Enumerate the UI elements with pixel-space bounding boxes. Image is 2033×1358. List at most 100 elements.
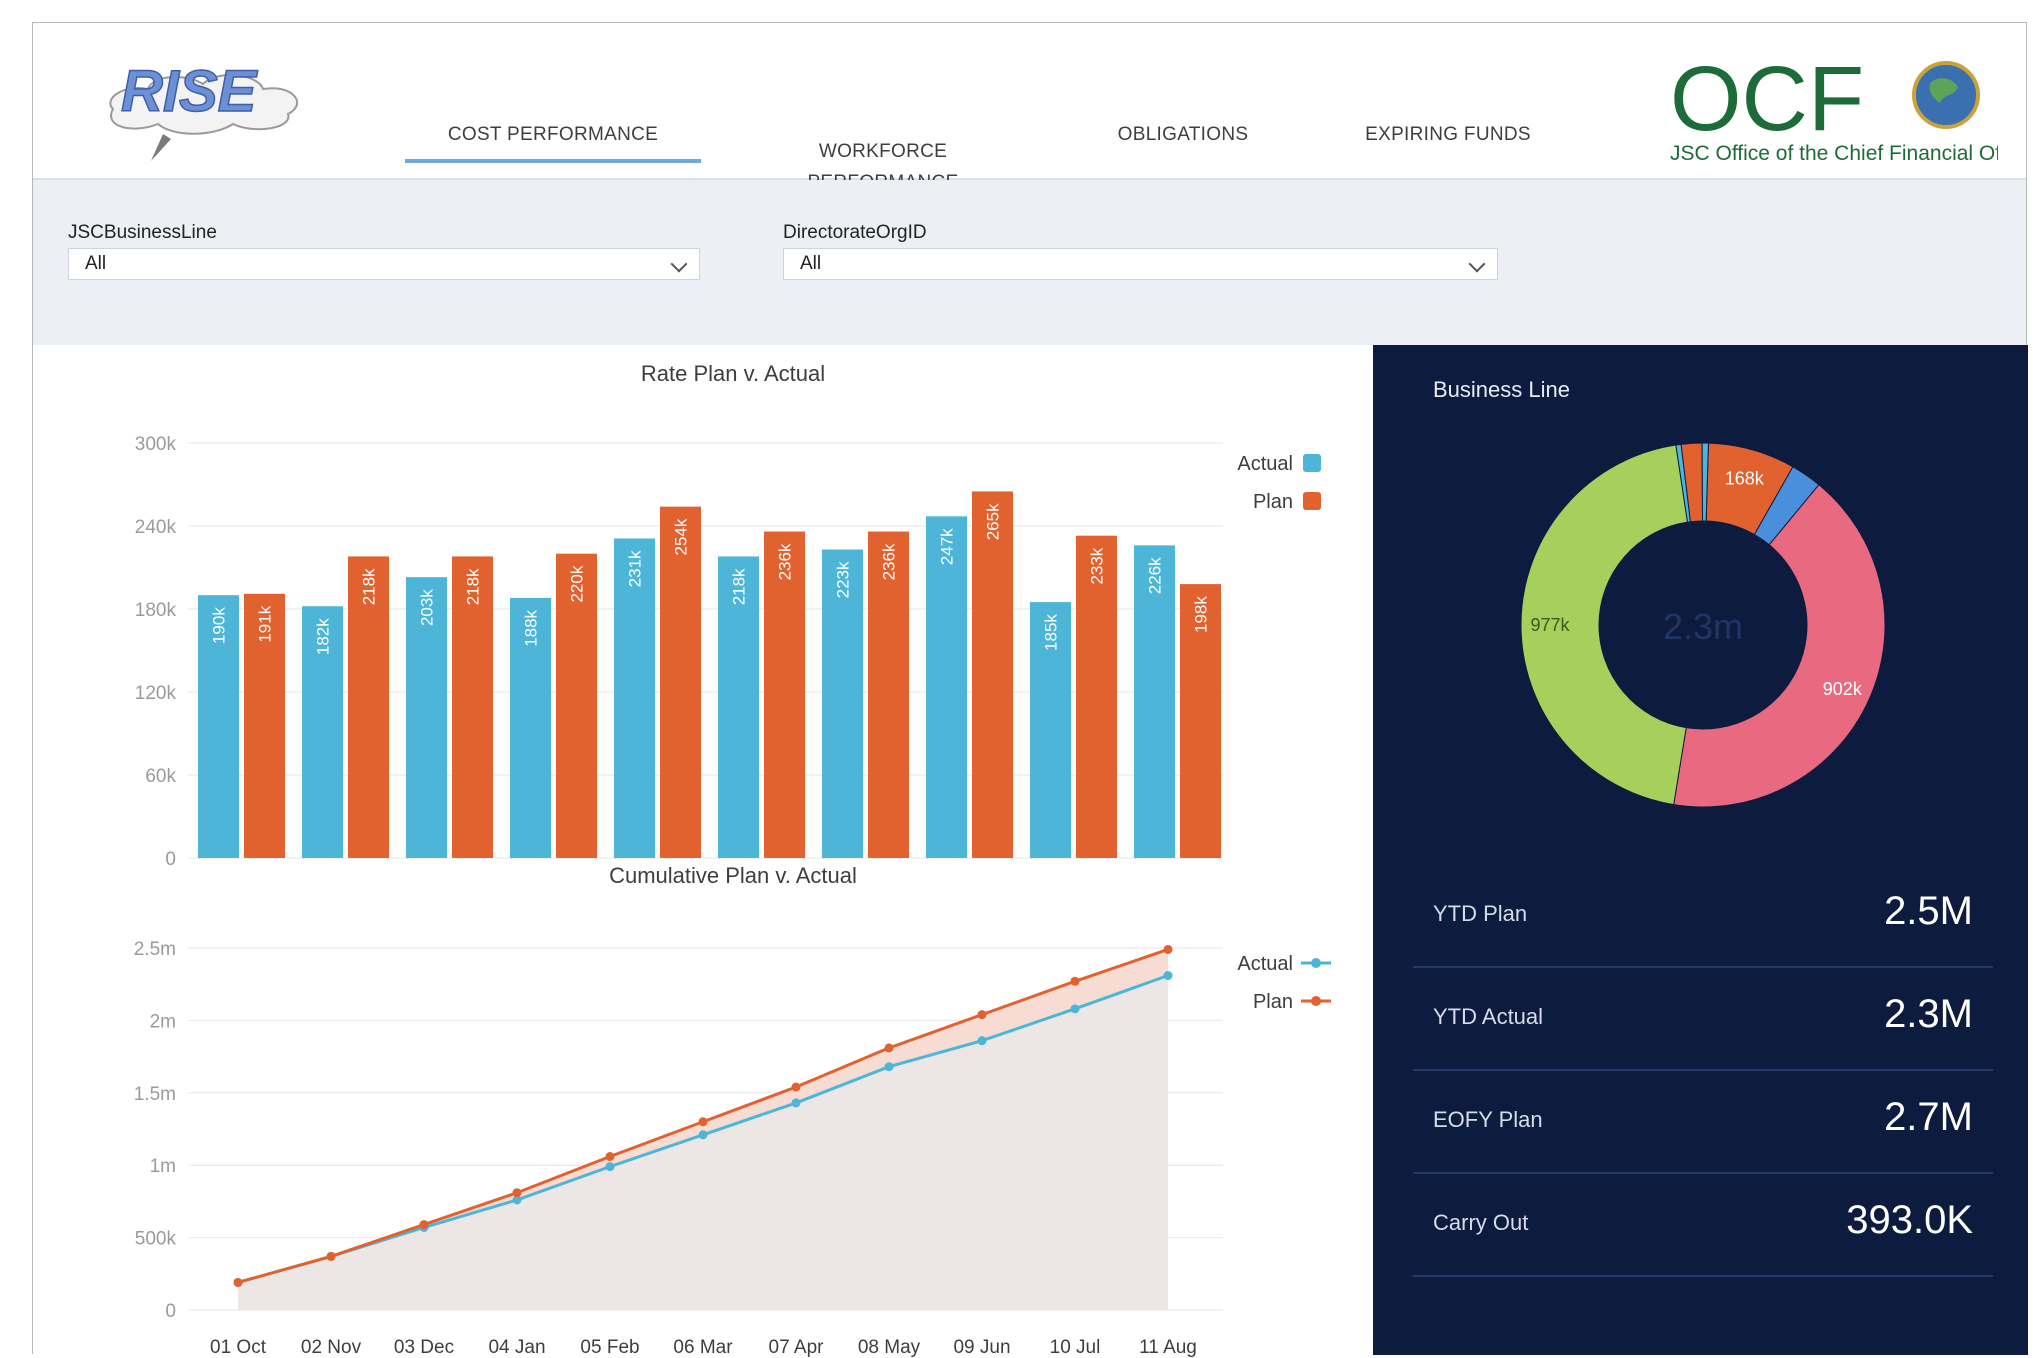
directorate-select-value: All [800, 253, 822, 274]
y-tick-label: 1m [150, 1156, 176, 1177]
bar-data-label: 203k [418, 589, 437, 626]
legend-actual-label: Actual [1237, 953, 1293, 975]
y-tick-label: 240k [135, 517, 177, 538]
y-tick-label: 1.5m [134, 1084, 176, 1105]
plan-bar [972, 491, 1013, 858]
plan-point [326, 1251, 336, 1261]
rate-plan-actual-chart: 0 60k 120k 180k 240k 300k 190k 191k 182k 218k 203k… [135, 434, 1321, 870]
tab-obligations-label: OBLIGATIONS [1117, 124, 1249, 145]
actual-point [977, 1036, 987, 1046]
y-tick-label: 180k [135, 600, 177, 621]
plan-point [1070, 976, 1080, 986]
actual-point [1070, 1004, 1080, 1014]
rise-logo-text: RISE [121, 59, 259, 124]
business-line-title: Business Line [1433, 377, 1570, 402]
tab-obligations[interactable]: OBLIGATIONS [1083, 119, 1283, 150]
chevron-down-icon [1468, 255, 1486, 273]
kpi-label: EOFY Plan [1433, 1107, 1543, 1132]
x-tick-label: 08 May [858, 1337, 921, 1358]
bar-data-label: 233k [1088, 547, 1107, 584]
bar-data-label: 190k [210, 607, 229, 644]
plan-point [698, 1117, 708, 1127]
bar-data-label: 231k [626, 550, 645, 587]
kpi-label: Carry Out [1433, 1210, 1529, 1235]
legend-actual-marker [1311, 958, 1321, 968]
bar-data-label: 185k [1042, 614, 1061, 651]
y-tick-label: 2m [150, 1011, 176, 1032]
bar-data-label: 188k [522, 609, 541, 646]
actual-point [884, 1062, 894, 1072]
donut-center-label: 2.3m [1663, 606, 1743, 647]
business-line-select[interactable]: All [68, 248, 700, 280]
kpi-label: YTD Plan [1433, 901, 1528, 926]
business-line-filter-label: JSCBusinessLine [68, 222, 217, 243]
plan-point [512, 1188, 522, 1198]
bar-data-label: 191k [256, 605, 275, 642]
actual-point [605, 1162, 615, 1172]
bar-data-label: 236k [776, 543, 795, 580]
rate-chart-title: Rate Plan v. Actual [640, 361, 826, 386]
kpi-ytd-actual: YTD Actual 2.3M [1413, 966, 1993, 1071]
x-tick-label: 02 Nov [301, 1337, 362, 1358]
legend-actual-label: Actual [1237, 453, 1293, 475]
bar-data-label: 223k [834, 561, 853, 598]
plan-point [977, 1010, 987, 1020]
legend-plan-swatch [1303, 492, 1321, 510]
kpi-label: YTD Actual [1433, 1004, 1544, 1029]
x-tick-label: 09 Jun [953, 1337, 1010, 1358]
directorate-select[interactable]: All [783, 248, 1498, 280]
tab-cost-performance-label: COST PERFORMANCE [447, 124, 659, 145]
tab-cost-performance[interactable]: COST PERFORMANCE [405, 119, 701, 163]
bar-data-label: 198k [1192, 596, 1211, 633]
filter-bar: JSCBusinessLine All DirectorateOrgID All [33, 180, 2026, 345]
x-tick-label: 10 Jul [1050, 1337, 1101, 1358]
kpi-value: 393.0K [1846, 1198, 1973, 1242]
chevron-down-icon [670, 255, 688, 273]
bar-data-label: 247k [938, 528, 957, 565]
ocfo-caption: JSC Office of the Chief Financial Office… [1670, 142, 1998, 165]
x-tick-label: 11 Aug [1139, 1337, 1197, 1358]
plan-bar [660, 506, 701, 858]
kpi-carry-out: Carry Out 393.0K [1413, 1172, 1993, 1277]
kpi-value: 2.5M [1884, 889, 1973, 933]
business-line-donut: 168k 902k 977k 2.3m [1520, 442, 1886, 808]
legend-actual-swatch [1303, 454, 1321, 472]
tab-expiring-funds-label: EXPIRING FUNDS [1365, 124, 1531, 145]
app-header: RISE COST PERFORMANCE WORKFORCE PERFORMA… [33, 23, 2033, 193]
tab-expiring-funds[interactable]: EXPIRING FUNDS [1323, 119, 1573, 150]
plan-point [605, 1152, 615, 1162]
directorate-filter-label: DirectorateOrgID [783, 222, 927, 243]
business-line-select-value: All [85, 253, 107, 274]
kpi-value: 2.7M [1884, 1095, 1973, 1139]
x-tick-label: 06 Mar [673, 1337, 733, 1358]
legend-plan-marker [1311, 996, 1321, 1006]
y-tick-label: 60k [145, 766, 176, 787]
plan-point [791, 1082, 801, 1092]
donut-slice-label: 168k [1725, 469, 1765, 489]
bar-data-label: 236k [880, 543, 899, 580]
x-tick-label: 01 Oct [210, 1337, 267, 1358]
cumulative-plan-actual-chart: 0 500k 1m 1.5m 2m 2.5m 01 Oct 02 Nov 03 Dec 04 Ja… [134, 939, 1331, 1358]
legend-plan-label: Plan [1253, 491, 1293, 513]
bar-data-label: 265k [984, 503, 1003, 540]
ocfo-logo-text: OCF [1670, 48, 1864, 150]
x-tick-label: 03 Dec [394, 1337, 454, 1358]
y-tick-label: 120k [135, 683, 177, 704]
dashboard-frame: RISE COST PERFORMANCE WORKFORCE PERFORMA… [32, 22, 2033, 1358]
legend-plan-label: Plan [1253, 991, 1293, 1013]
kpi-value: 2.3M [1884, 992, 1973, 1036]
x-tick-label: 07 Apr [769, 1337, 825, 1358]
bar-data-label: 218k [464, 568, 483, 605]
y-tick-label: 0 [165, 849, 176, 870]
y-tick-label: 300k [135, 434, 177, 455]
kpi-eofy-plan: EOFY Plan 2.7M [1413, 1069, 1993, 1174]
business-line-panel: Business Line 168k 902k 977k 2.3m YTD Plan … [1373, 345, 2028, 1355]
actual-point [1163, 971, 1173, 981]
plan-point [884, 1043, 894, 1053]
plan-point [1163, 944, 1173, 954]
actual-point [698, 1130, 708, 1140]
bar-data-label: 226k [1146, 557, 1165, 594]
cumulative-chart-title: Cumulative Plan v. Actual [609, 863, 857, 888]
bar-data-label: 218k [730, 568, 749, 605]
bar-data-label: 218k [360, 568, 379, 605]
